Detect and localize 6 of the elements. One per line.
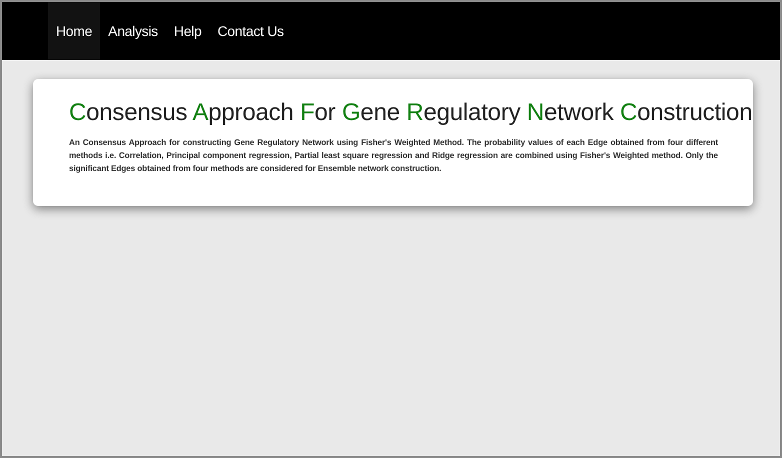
description-text: An Consensus Approach for constructing Gene Regulatory Network using Fisher's Weighted Method. The probability values of each Edge obtained from four different methods i.e. Correlation, Principal component regression, Partial least square regression and Ridge regression are combined using Fisher's Weighted method. Only the significant Edges obtained from four methods are considered for Ensemble network construction. (69, 137, 718, 176)
nav-link[interactable]: Contact Us (209, 2, 292, 60)
nav-link[interactable]: Home (48, 2, 100, 60)
nav-link[interactable]: Help (166, 2, 210, 60)
page-title: Consensus Approach For Gene Regulatory Network Construction (69, 98, 752, 128)
nav-link[interactable]: Analysis (100, 2, 166, 60)
